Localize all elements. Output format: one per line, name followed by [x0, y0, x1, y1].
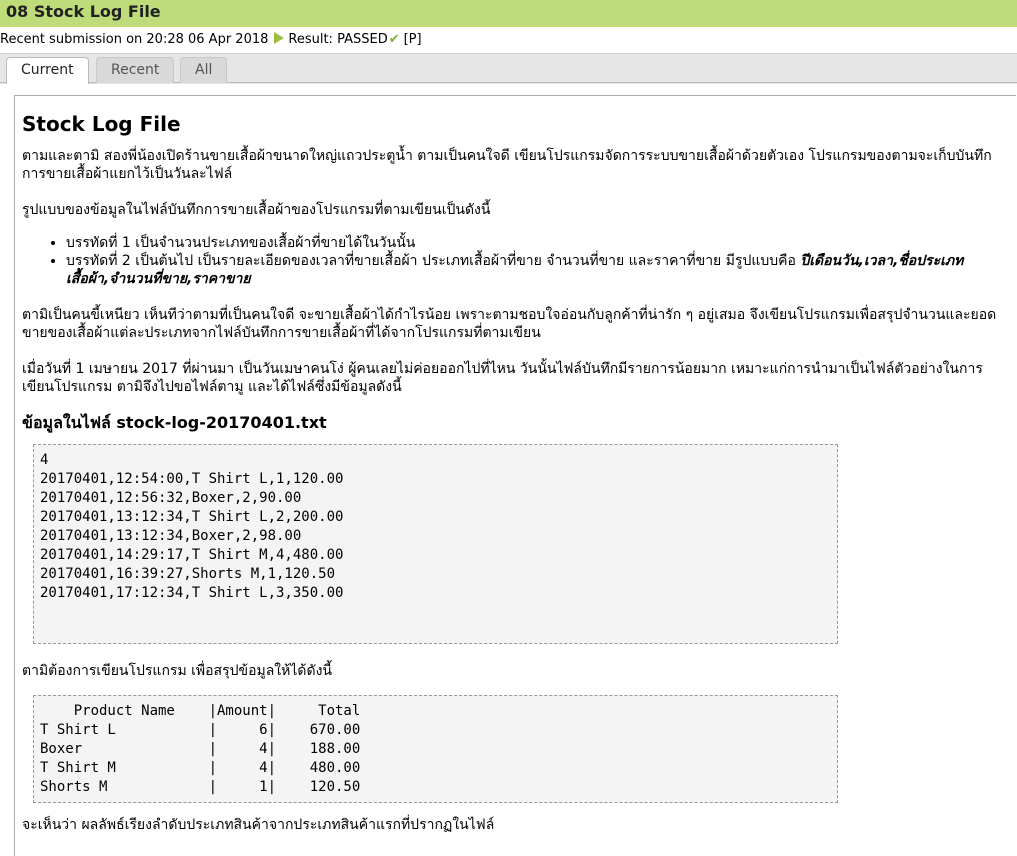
goal-paragraph: ตามิต้องการเขียนโปรแกรม เพื่อสรุปข้อมูลใ…	[22, 663, 332, 679]
check-icon: ✔	[388, 32, 400, 47]
problem-panel: Stock Log File ตามและตามิ สองพี่น้องเปิด…	[14, 95, 1016, 856]
tab-all[interactable]: All	[180, 57, 228, 83]
format-list: บรรทัดที่ 1 เป็นจำนวนประเภทของเสื้อผ้าที…	[22, 234, 1012, 288]
problem-title: Stock Log File	[22, 112, 181, 136]
result-code: [P]	[403, 32, 422, 47]
format-intro-paragraph: รูปแบบของข้อมูลในไฟล์บันทึกการขายเสื้อผ้…	[22, 202, 491, 218]
motivation-paragraph: ตามิเป็นคนขี้เหนียว เห็นทีว่าตามที่เป็นค…	[22, 307, 997, 341]
header-bar: 08 Stock Log File	[0, 0, 1017, 27]
list-item: บรรทัดที่ 1 เป็นจำนวนประเภทของเสื้อผ้าที…	[66, 234, 1012, 252]
file-heading: ข้อมูลในไฟล์ stock-log-20170401.txt	[22, 413, 327, 432]
ordering-note-paragraph: จะเห็นว่า ผลลัพธ์เรียงลำดับประเภทสินค้าจ…	[22, 817, 495, 833]
bullet-line-2: บรรทัดที่ 2 เป็นต้นไป เป็นรายละเอียดของเ…	[66, 253, 801, 269]
bullet-line-1: บรรทัดที่ 1 เป็นจำนวนประเภทของเสื้อผ้าที…	[66, 235, 416, 251]
tab-recent[interactable]: Recent	[96, 57, 175, 83]
intro-paragraph: ตามและตามิ สองพี่น้องเปิดร้านขายเสื้อผ้า…	[22, 148, 992, 182]
list-item: บรรทัดที่ 2 เป็นต้นไป เป็นรายละเอียดของเ…	[66, 252, 1012, 288]
summary-output-box: Product Name |Amount| Total T Shirt L | …	[33, 695, 838, 803]
submission-time: Recent submission on 20:28 06 Apr 2018	[0, 32, 269, 47]
result-text: Result: PASSED	[288, 32, 388, 47]
file-content-box: 4 20170401,12:54:00,T Shirt L,1,120.00 2…	[33, 444, 838, 644]
sample-file-paragraph: เมื่อวันที่ 1 เมษายน 2017 ที่ผ่านมา เป็น…	[22, 361, 983, 395]
tab-current[interactable]: Current	[6, 57, 89, 84]
problem-content: Stock Log File ตามและตามิ สองพี่น้องเปิด…	[22, 110, 1012, 834]
play-icon[interactable]	[274, 32, 285, 44]
submission-status: Recent submission on 20:28 06 Apr 2018 Re…	[0, 31, 422, 49]
page-title: 08 Stock Log File	[6, 2, 161, 21]
